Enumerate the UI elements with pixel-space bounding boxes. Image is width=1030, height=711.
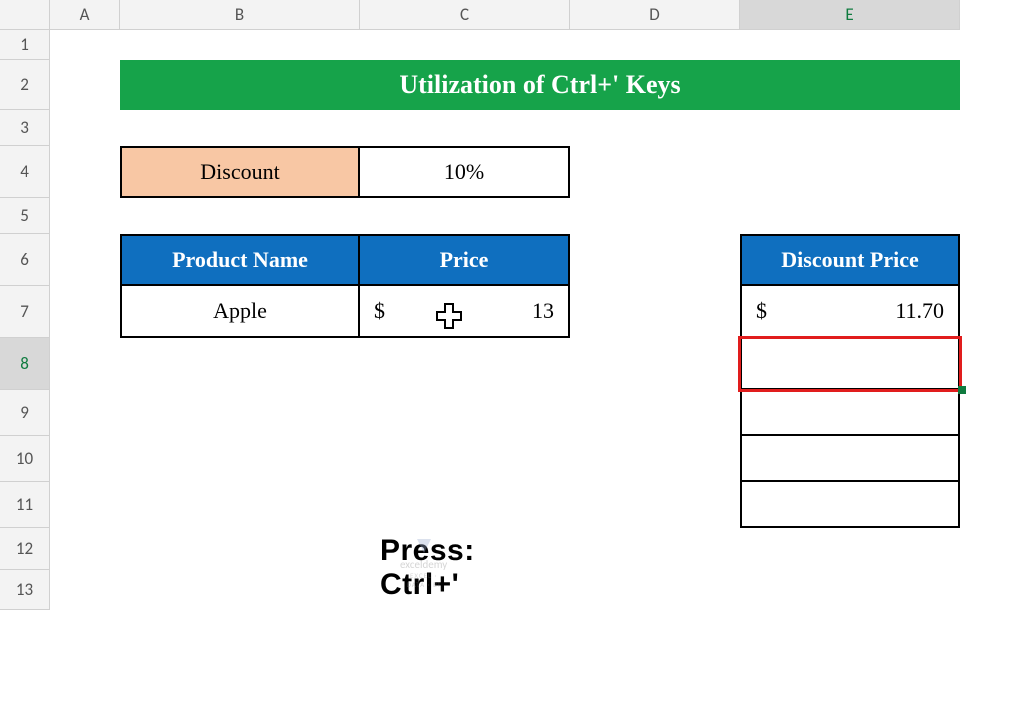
row-header-12[interactable]: 12 [0,528,50,570]
header-price: Price [360,234,570,286]
row-header-7[interactable]: 7 [0,286,50,338]
title-banner: Utilization of Ctrl+' Keys [120,60,960,110]
watermark: exceldemy EXCEL · DATA · BI [400,536,447,589]
col-header-D[interactable]: D [570,0,740,30]
header-product-name: Product Name [120,234,360,286]
discount-label: Discount [120,146,360,198]
row-header-11[interactable]: 11 [0,482,50,528]
row-header-1[interactable]: 1 [0,30,50,60]
discount-price-value: 11.70 [895,298,944,324]
row-header-13[interactable]: 13 [0,570,50,610]
row-header-3[interactable]: 3 [0,110,50,146]
col-header-E[interactable]: E [740,0,960,30]
cell-product[interactable]: Apple [120,286,360,338]
row-headers: 12345678910111213 [0,30,50,610]
cell-discount-price[interactable]: $ 11.70 [740,286,960,338]
cell-e9[interactable] [740,390,960,436]
row-header-4[interactable]: 4 [0,146,50,198]
row-header-8[interactable]: 8 [0,338,50,390]
row-header-6[interactable]: 6 [0,234,50,286]
cell-e10[interactable] [740,436,960,482]
row-header-5[interactable]: 5 [0,198,50,234]
spreadsheet-sheet: ABCDE 12345678910111213 Utilization of C… [0,0,1030,711]
header-discount-price: Discount Price [740,234,960,286]
currency-symbol: $ [756,298,767,324]
row-header-10[interactable]: 10 [0,436,50,482]
col-header-B[interactable]: B [120,0,360,30]
row-header-9[interactable]: 9 [0,390,50,436]
fill-handle[interactable] [958,386,966,394]
cell-e8-selected[interactable] [740,338,960,390]
discount-value[interactable]: 10% [360,146,570,198]
col-header-C[interactable]: C [360,0,570,30]
price-value: 13 [532,298,554,324]
cell-price[interactable]: $ 13 [360,286,570,338]
col-header-A[interactable]: A [50,0,120,30]
currency-symbol: $ [374,298,385,324]
row-header-2[interactable]: 2 [0,60,50,110]
watermark-tag: EXCEL · DATA · BI [400,571,447,589]
column-headers: ABCDE [0,0,960,30]
cell-e11[interactable] [740,482,960,528]
watermark-brand: exceldemy [400,558,447,571]
